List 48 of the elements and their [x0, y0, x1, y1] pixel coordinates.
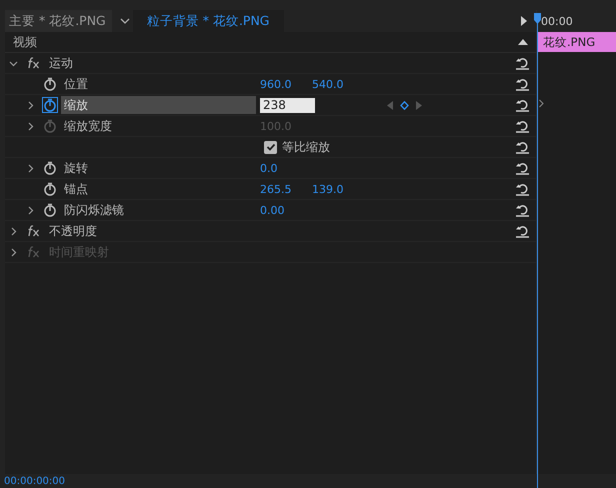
play-icon[interactable]: [520, 16, 528, 26]
property-label[interactable]: 缩放: [61, 96, 256, 114]
property-label[interactable]: 旋转: [61, 159, 256, 177]
chevron-right-icon: [539, 99, 544, 108]
reset-icon[interactable]: [515, 224, 530, 238]
timeline-clip[interactable]: 花纹.PNG: [538, 32, 616, 52]
reset-icon[interactable]: [515, 204, 530, 216]
effect-label: 运动: [49, 54, 73, 72]
checkbox[interactable]: [264, 140, 277, 154]
property-value[interactable]: 540.0: [312, 78, 360, 90]
fx-icon[interactable]: [27, 57, 40, 69]
reset-icon[interactable]: [515, 56, 530, 70]
chevron-right-icon[interactable]: [26, 206, 35, 214]
property-label[interactable]: 锚点: [61, 180, 256, 198]
reset-icon[interactable]: [515, 98, 530, 112]
property-label[interactable]: 防闪烁滤镜: [61, 201, 256, 219]
stopwatch-icon[interactable]: [43, 182, 57, 196]
property-value[interactable]: 960.0: [260, 78, 308, 90]
value-input[interactable]: 238: [260, 98, 315, 112]
reset-icon[interactable]: [515, 140, 530, 154]
chevron-down-icon[interactable]: [120, 17, 130, 25]
chevron-right-icon[interactable]: [9, 226, 18, 236]
stopwatch-icon[interactable]: [43, 161, 57, 175]
chevron-right-icon[interactable]: [26, 164, 35, 172]
playhead[interactable]: [534, 13, 542, 488]
panel-tab[interactable]: 粒子背景 * 花纹.PNG: [132, 10, 284, 32]
reset-icon[interactable]: [515, 162, 530, 174]
timeline-timecode: 00:00: [541, 14, 573, 28]
stopwatch-icon[interactable]: [43, 77, 57, 91]
chevron-down-icon[interactable]: [9, 58, 18, 68]
timecode[interactable]: 00:00:00:00: [4, 474, 66, 488]
add-keyframe-icon[interactable]: [400, 100, 408, 110]
reset-icon[interactable]: [515, 78, 530, 90]
panel-tab[interactable]: 主要 * 花纹.PNG: [5, 10, 112, 32]
stopwatch-icon[interactable]: [43, 98, 57, 112]
collapse-icon[interactable]: [518, 38, 528, 46]
property-value[interactable]: 139.0: [312, 182, 360, 196]
property-value[interactable]: 0.0: [260, 162, 308, 174]
section-label: 视频: [13, 34, 38, 50]
property-value[interactable]: 0.00: [260, 204, 308, 216]
stopwatch-icon[interactable]: [43, 203, 57, 217]
property-label[interactable]: 位置: [61, 75, 256, 93]
fx-icon[interactable]: [27, 225, 40, 237]
checkbox-label: 等比缩放: [282, 138, 330, 156]
effect-label: 不透明度: [49, 222, 97, 240]
property-value[interactable]: 265.5: [260, 182, 308, 196]
reset-icon[interactable]: [515, 182, 530, 196]
chevron-right-icon[interactable]: [26, 100, 35, 110]
